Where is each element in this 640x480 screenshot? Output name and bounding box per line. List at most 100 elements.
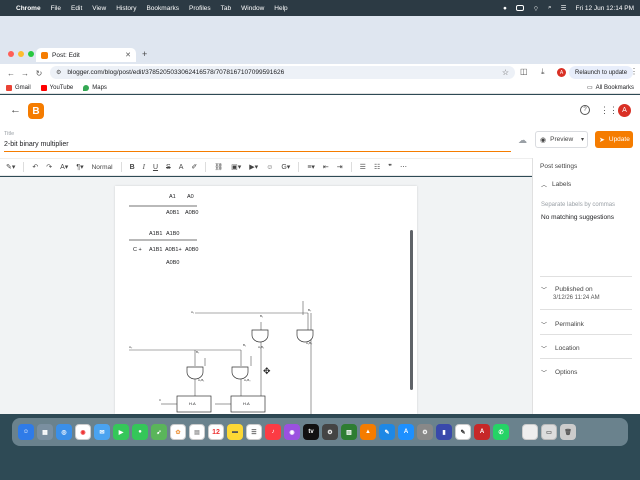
tab-post-edit[interactable]: Post: Edit ✕	[36, 48, 136, 62]
paragraph-icon[interactable]: ¶▾	[76, 163, 83, 171]
published-section[interactable]: ﹀ Published on	[541, 285, 593, 294]
battery-icon[interactable]	[515, 5, 524, 11]
app-store-icon[interactable]: A	[398, 424, 414, 440]
menu-tab[interactable]: Tab	[221, 5, 231, 12]
clock[interactable]: Fri 12 Jun 12:14 PM	[575, 5, 634, 12]
underline-icon[interactable]: U	[153, 164, 158, 171]
close-tab-icon[interactable]: ✕	[125, 51, 131, 59]
messages-icon[interactable]: ●	[132, 424, 148, 440]
pages-icon[interactable]: ✎	[379, 424, 395, 440]
tv-icon[interactable]: tv	[303, 424, 319, 440]
numbers-icon[interactable]: ▥	[341, 424, 357, 440]
bold-icon[interactable]: B	[130, 164, 135, 171]
record-icon[interactable]: ●	[503, 5, 507, 12]
downloads-icon[interactable]: ▭	[541, 424, 557, 440]
menu-window[interactable]: Window	[241, 5, 264, 12]
permalink-section[interactable]: ﹀ Permalink	[541, 320, 584, 329]
indent-increase-icon[interactable]: ⇥	[337, 163, 343, 171]
redo-icon[interactable]: ↷	[46, 163, 52, 171]
finder-icon[interactable]: ☺	[18, 424, 34, 440]
video-icon[interactable]: ▶▾	[249, 163, 258, 171]
new-tab-button[interactable]: +	[142, 49, 147, 59]
image-icon[interactable]: ▣▾	[231, 163, 241, 171]
blogger-logo[interactable]: B	[28, 103, 44, 119]
address-bar[interactable]: ⚙ blogger.com/blog/post/edit/37852050330…	[50, 66, 515, 79]
menu-file[interactable]: File	[51, 5, 61, 12]
editor-scrollbar[interactable]	[410, 230, 413, 390]
align-icon[interactable]: ≡▾	[307, 163, 315, 171]
system-settings-icon[interactable]: ⚙	[322, 424, 338, 440]
menu-history[interactable]: History	[116, 5, 136, 12]
emoji-icon[interactable]: ☺	[266, 164, 273, 171]
back-arrow-icon[interactable]: ←	[10, 104, 21, 116]
options-section[interactable]: ﹀ Options	[541, 368, 577, 377]
preview-app-icon[interactable]: ✎	[455, 424, 471, 440]
utility-icon[interactable]: ⚙	[417, 424, 433, 440]
calendar-icon[interactable]: 12	[208, 424, 224, 440]
whatsapp-icon[interactable]: ✆	[493, 424, 509, 440]
reload-icon[interactable]: ↻	[32, 69, 46, 78]
menu-profiles[interactable]: Profiles	[189, 5, 211, 12]
photos-icon[interactable]: ✿	[170, 424, 186, 440]
menu-chrome[interactable]: Chrome	[16, 5, 41, 12]
download-icon[interactable]: ⤓	[541, 67, 545, 77]
relaunch-button[interactable]: Relaunch to update	[569, 66, 634, 79]
indent-decrease-icon[interactable]: ⇤	[323, 163, 329, 171]
menu-view[interactable]: View	[92, 5, 106, 12]
podcasts-icon[interactable]: ◉	[284, 424, 300, 440]
minimize-dot[interactable]	[18, 51, 24, 57]
labels-section[interactable]: ︿ Labels	[541, 180, 571, 189]
quote-icon[interactable]: ❞	[388, 163, 392, 171]
apps-grid-icon[interactable]: ⋮⋮	[600, 105, 618, 116]
folder-dock-icon[interactable]	[522, 424, 538, 440]
back-icon[interactable]: ←	[4, 69, 18, 78]
menu-bookmarks[interactable]: Bookmarks	[146, 5, 179, 12]
google-icon[interactable]: G▾	[281, 163, 290, 171]
notes-icon[interactable]: ▬	[227, 424, 243, 440]
contacts-icon[interactable]: ▤	[189, 424, 205, 440]
strikethrough-icon[interactable]: S	[166, 164, 171, 171]
pen-mode-icon[interactable]: ✎▾	[6, 163, 15, 171]
maps-dock-icon[interactable]: ➹	[151, 424, 167, 440]
help-icon[interactable]: ?	[580, 105, 590, 115]
music-icon[interactable]: ♪	[265, 424, 281, 440]
reminders-icon[interactable]: ☰	[246, 424, 262, 440]
account-avatar[interactable]: A	[618, 104, 631, 117]
italic-icon[interactable]: I	[143, 163, 145, 171]
bookmark-star-icon[interactable]: ☆	[502, 68, 509, 77]
update-button[interactable]: ➤ Update	[595, 131, 633, 148]
trash-icon[interactable]: 🗑	[560, 424, 576, 440]
text-size-icon[interactable]: A▾	[60, 163, 68, 171]
chrome-menu-icon[interactable]: ⋮	[630, 67, 638, 76]
post-body[interactable]: A₁ B₀ B₁ A₀ B₀ B₁ A₁B₁ A₁B₀ A₀B₁ A₀B₀ C …	[115, 186, 417, 414]
location-section[interactable]: ﹀ Location	[541, 344, 580, 353]
control-center-icon[interactable]: ☰	[561, 4, 567, 12]
link-icon[interactable]: ⛓	[214, 163, 223, 171]
facetime-icon[interactable]: ▶	[113, 424, 129, 440]
acrobat-icon[interactable]: A	[474, 424, 490, 440]
app-icon[interactable]: ▮	[436, 424, 452, 440]
search-icon[interactable]: ⌕	[548, 4, 552, 12]
forward-icon[interactable]: →	[18, 69, 32, 78]
post-title-input[interactable]: 2-bit binary multiplier	[4, 141, 511, 152]
site-info-icon[interactable]: ⚙	[56, 69, 61, 76]
numbered-list-icon[interactable]: ☷	[374, 163, 380, 171]
preview-button[interactable]: ◉ Preview ▾	[535, 131, 588, 148]
chrome-icon[interactable]: ◉	[75, 424, 91, 440]
keynote-icon[interactable]: ▲	[360, 424, 376, 440]
wifi-icon[interactable]: ⌔	[533, 4, 539, 13]
format-select[interactable]: Normal	[92, 164, 113, 171]
highlight-icon[interactable]: ✐	[191, 163, 197, 171]
profile-avatar[interactable]: A	[557, 68, 566, 77]
bookmark-youtube[interactable]: YouTube	[40, 84, 73, 91]
launchpad-icon[interactable]: ▦	[37, 424, 53, 440]
all-bookmarks[interactable]: ▭ All Bookmarks	[587, 84, 634, 92]
undo-icon[interactable]: ↶	[32, 163, 38, 171]
more-icon[interactable]: ⋯	[400, 163, 407, 171]
zoom-dot[interactable]	[28, 51, 34, 57]
bookmark-maps[interactable]: Maps	[83, 84, 107, 91]
mail-icon[interactable]: ✉	[94, 424, 110, 440]
close-dot[interactable]	[8, 51, 14, 57]
bullet-list-icon[interactable]: ☰	[360, 163, 366, 171]
text-color-icon[interactable]: A	[179, 164, 184, 171]
